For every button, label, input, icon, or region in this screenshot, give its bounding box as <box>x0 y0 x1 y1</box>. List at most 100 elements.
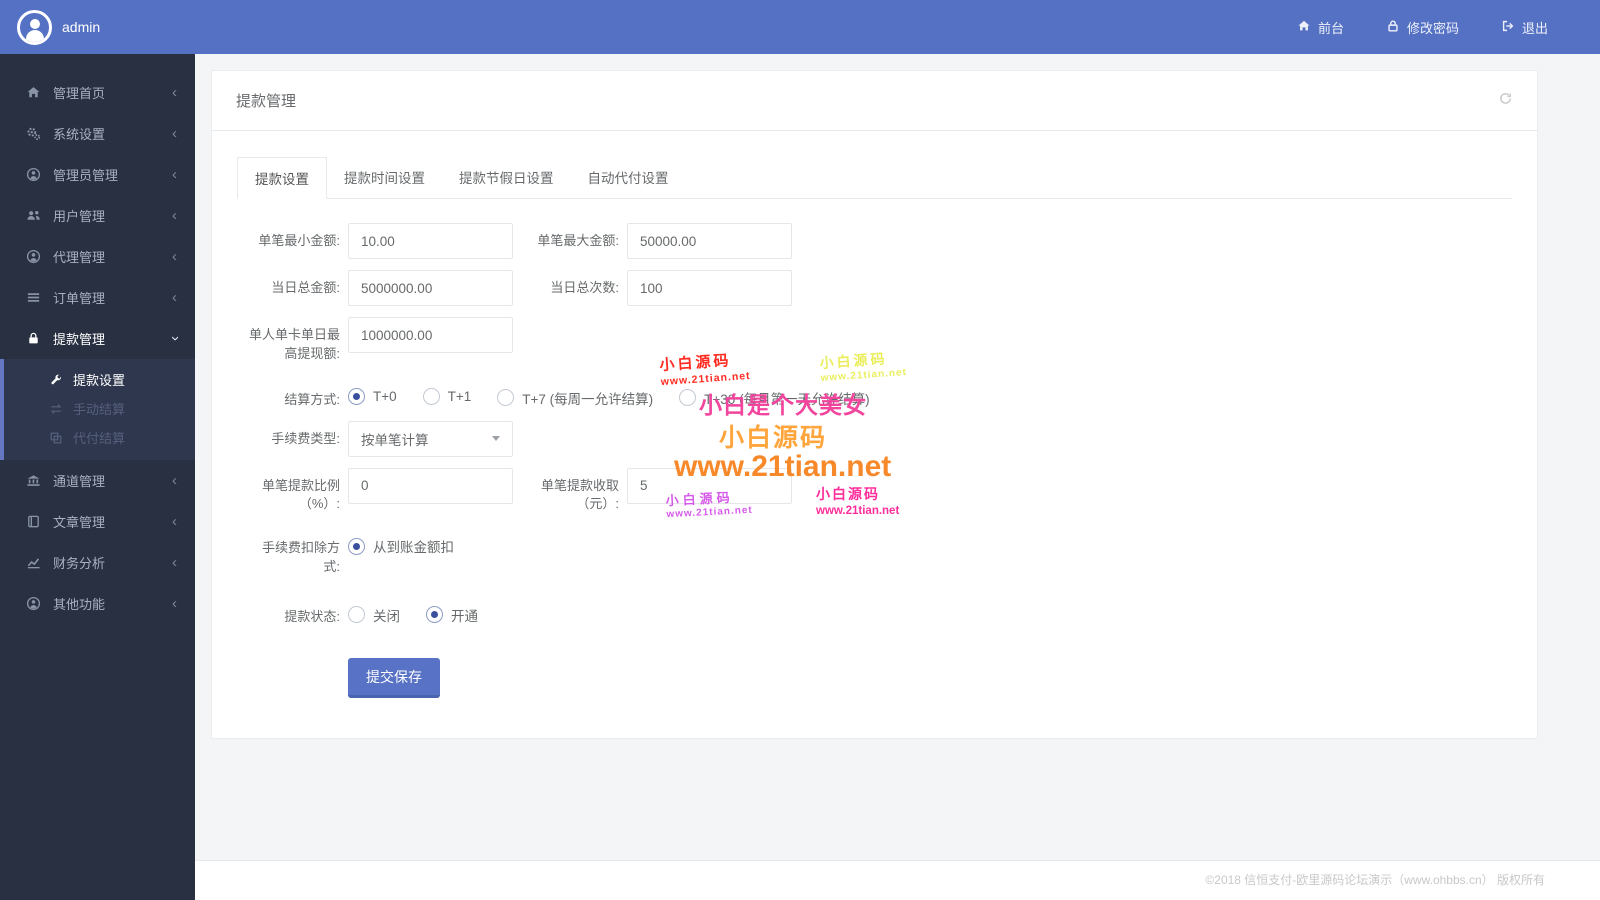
sign-out-icon <box>1501 19 1515 36</box>
tab-withdraw-time-settings[interactable]: 提款时间设置 <box>327 157 442 199</box>
topbar: admin 前台 修改密码 退出 <box>0 0 1600 54</box>
topbar-nav: 前台 修改密码 退出 <box>1255 18 1600 37</box>
fee-percent-label: 单笔提款比例 （%）: <box>261 477 340 512</box>
chevron-left-icon: ‹ <box>172 125 177 142</box>
radio-icon <box>422 387 440 405</box>
sidebar-item-system-settings[interactable]: 系统设置 ‹ <box>0 113 195 154</box>
book-icon <box>25 514 41 530</box>
chevron-left-icon: ‹ <box>172 595 177 612</box>
users-icon <box>25 208 41 224</box>
lock-icon <box>1386 19 1400 36</box>
cogs-icon <box>25 126 41 142</box>
change-password-link[interactable]: 修改密码 <box>1386 18 1459 37</box>
fee-fixed-label: 单笔提款收取 （元）: <box>540 477 619 512</box>
footer-copyright: ©2018 信恒支付-欧里源码论坛演示（www.ohbbs.cn） 版权所有 <box>195 860 1600 900</box>
daily-count-label: 当日总次数: <box>550 280 619 295</box>
sidebar-item-order-manage[interactable]: 订单管理 ‹ <box>0 277 195 318</box>
user-circle-icon <box>25 249 41 265</box>
clone-icon <box>48 430 63 445</box>
settle-t7-radio[interactable]: T+7 (每周一允许结算) <box>497 382 653 408</box>
brand: admin <box>0 9 195 45</box>
settle-mode-label: 结算方式: <box>284 391 340 407</box>
settle-t1-radio[interactable]: T+1 <box>422 382 471 405</box>
frontend-link[interactable]: 前台 <box>1297 18 1344 37</box>
status-open-radio[interactable]: 开通 <box>426 599 478 625</box>
chevron-left-icon: ‹ <box>172 166 177 183</box>
sidebar-item-user-manage[interactable]: 用户管理 ‹ <box>0 195 195 236</box>
chevron-left-icon: ‹ <box>172 472 177 489</box>
page-title: 提款管理 <box>236 93 297 110</box>
submit-save-button[interactable]: 提交保存 <box>348 657 440 698</box>
sidebar-item-pay-settle[interactable]: 代付结算 <box>4 423 195 452</box>
radio-icon <box>348 387 365 405</box>
chevron-left-icon: ‹ <box>172 289 177 306</box>
min-amount-label: 单笔最小金额: <box>258 233 340 248</box>
sidebar-item-manual-settle[interactable]: 手动结算 <box>4 394 195 423</box>
exchange-icon <box>48 401 63 416</box>
radio-icon <box>426 606 443 624</box>
status-label: 提款状态: <box>284 608 340 624</box>
daily-total-label: 当日总金额: <box>271 280 340 295</box>
min-amount-input[interactable] <box>348 223 513 259</box>
radio-icon <box>348 606 365 624</box>
fee-fixed-input[interactable] <box>627 467 792 504</box>
sidebar-item-withdraw-manage[interactable]: 提款管理 ‹ <box>0 318 195 359</box>
refresh-icon[interactable] <box>1498 91 1513 111</box>
sidebar-item-dashboard[interactable]: 管理首页 ‹ <box>0 72 195 113</box>
fee-type-select[interactable]: 按单笔计算 <box>348 420 513 457</box>
sidebar-item-article-manage[interactable]: 文章管理 ‹ <box>0 501 195 542</box>
radio-icon <box>348 537 365 555</box>
chevron-left-icon: ‹ <box>172 248 177 265</box>
withdraw-submenu: 提款设置 手动结算 代付结算 <box>0 359 195 460</box>
sidebar-item-admin-manage[interactable]: 管理员管理 ‹ <box>0 154 195 195</box>
tab-withdraw-holiday-settings[interactable]: 提款节假日设置 <box>442 157 571 199</box>
sidebar-item-channel-manage[interactable]: 通道管理 ‹ <box>0 460 195 501</box>
daily-total-input[interactable] <box>348 270 513 306</box>
withdraw-manage-card: 提款管理 提款设置 提款时间设置 提款节假日设置 自动代付设置 单笔最小金额: … <box>211 70 1538 739</box>
withdraw-settings-form: 单笔最小金额: 单笔最大金额: 当日总金额: 当日总次数: 单人单卡单日最 高提… <box>237 223 1512 698</box>
card-header: 提款管理 <box>212 71 1537 131</box>
user-circle-icon <box>25 167 41 183</box>
radio-icon <box>497 389 515 407</box>
list-icon <box>25 290 41 306</box>
fee-deduct-from-arrival-radio[interactable]: 从到账金额扣 <box>348 530 454 556</box>
tab-withdraw-settings[interactable]: 提款设置 <box>237 157 327 199</box>
brand-name: admin <box>62 19 101 35</box>
caret-down-icon <box>492 436 500 442</box>
radio-icon <box>679 389 697 407</box>
sidebar: 管理首页 ‹ 系统设置 ‹ 管理员管理 ‹ 用户管理 ‹ 代理管理 ‹ 订单管理… <box>0 54 195 900</box>
chevron-left-icon: ‹ <box>172 84 177 101</box>
per-card-max-label: 单人单卡单日最 高提现额: <box>248 327 340 361</box>
chart-line-icon <box>25 555 41 571</box>
sidebar-item-finance-analysis[interactable]: 财务分析 ‹ <box>0 542 195 583</box>
user-circle-icon <box>25 596 41 612</box>
chevron-left-icon: ‹ <box>172 513 177 530</box>
user-avatar-icon <box>17 9 52 45</box>
max-amount-input[interactable] <box>627 223 792 259</box>
card-body: 提款设置 提款时间设置 提款节假日设置 自动代付设置 单笔最小金额: 单笔最大金… <box>212 131 1537 738</box>
chevron-left-icon: ‹ <box>172 207 177 224</box>
sidebar-item-other-functions[interactable]: 其他功能 ‹ <box>0 583 195 624</box>
lock-icon <box>25 331 41 347</box>
daily-count-input[interactable] <box>627 270 792 306</box>
settle-t30-radio[interactable]: T+30 (每月第一天允许结算) <box>679 382 870 408</box>
per-card-max-input[interactable] <box>348 317 513 353</box>
sidebar-item-withdraw-settings[interactable]: 提款设置 <box>4 365 195 394</box>
tab-auto-pay-settings[interactable]: 自动代付设置 <box>571 157 686 199</box>
sidebar-item-agent-manage[interactable]: 代理管理 ‹ <box>0 236 195 277</box>
tab-bar: 提款设置 提款时间设置 提款节假日设置 自动代付设置 <box>237 157 1512 199</box>
chevron-down-icon: ‹ <box>166 336 183 341</box>
logout-link[interactable]: 退出 <box>1501 18 1548 37</box>
fee-deduct-label: 手续费扣除方 式: <box>261 540 340 575</box>
main-content: 提款管理 提款设置 提款时间设置 提款节假日设置 自动代付设置 单笔最小金额: … <box>195 54 1600 900</box>
fee-percent-input[interactable] <box>348 467 513 504</box>
settle-t0-radio[interactable]: T+0 <box>348 382 397 405</box>
bank-icon <box>25 473 41 489</box>
chevron-left-icon: ‹ <box>172 554 177 571</box>
status-closed-radio[interactable]: 关闭 <box>348 599 400 625</box>
home-icon <box>25 85 41 101</box>
fee-type-label: 手续费类型: <box>271 430 340 446</box>
max-amount-label: 单笔最大金额: <box>537 233 619 248</box>
wrench-icon <box>48 372 63 387</box>
home-icon <box>1297 19 1311 36</box>
